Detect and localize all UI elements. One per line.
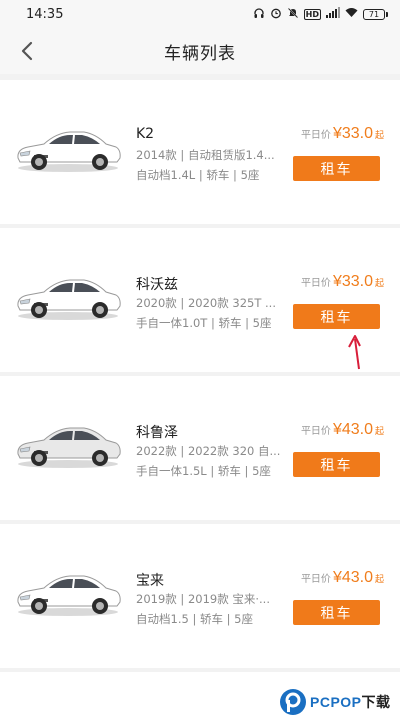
car-attributes: 手自一体1.5L | 轿车 | 5座 bbox=[136, 464, 271, 478]
car-spec: 2014款 | 自动租赁版1.4... bbox=[136, 148, 275, 162]
car-name: 科沃兹 bbox=[136, 277, 178, 293]
car-image bbox=[12, 562, 124, 620]
car-attributes: 自动档1.4L | 轿车 | 5座 bbox=[136, 168, 260, 182]
battery-icon: 71 bbox=[363, 8, 388, 20]
headphones-icon bbox=[253, 7, 265, 22]
signal-icon bbox=[326, 7, 340, 21]
car-name: K2 bbox=[136, 126, 155, 142]
price-value: ¥43.0 bbox=[332, 421, 373, 438]
nav-bar: 车辆列表 bbox=[0, 28, 400, 74]
car-list-item[interactable]: K2 2014款 | 自动租赁版1.4... 自动档1.4L | 轿车 | 5座… bbox=[0, 80, 400, 224]
wifi-icon bbox=[345, 7, 358, 21]
mute-icon bbox=[287, 7, 299, 22]
alarm-icon bbox=[270, 7, 282, 22]
price-label: 平日价 bbox=[300, 278, 331, 289]
watermark-brand: PCPOP bbox=[310, 694, 362, 710]
car-spec: 2020款 | 2020款 325T ... bbox=[136, 296, 276, 310]
rent-button[interactable]: 租车 bbox=[293, 156, 380, 181]
car-image bbox=[12, 118, 124, 176]
car-name: 科鲁泽 bbox=[136, 425, 178, 441]
price-label: 平日价 bbox=[300, 426, 331, 437]
car-spec: 2022款 | 2022款 320 自... bbox=[136, 444, 281, 458]
pcpop-logo-icon bbox=[280, 689, 306, 715]
chevron-left-icon bbox=[21, 41, 33, 61]
price-value: ¥33.0 bbox=[332, 125, 373, 142]
car-image bbox=[12, 414, 124, 472]
battery-level: 71 bbox=[363, 8, 385, 20]
price-row: 平日价 ¥43.0 起 bbox=[301, 421, 384, 439]
car-image bbox=[12, 266, 124, 324]
rent-button[interactable]: 租车 bbox=[293, 452, 380, 477]
rent-button[interactable]: 租车 bbox=[293, 600, 380, 625]
watermark-suffix: 下载 bbox=[361, 694, 391, 710]
price-suffix: 起 bbox=[374, 575, 384, 585]
car-icon bbox=[17, 131, 121, 172]
car-icon bbox=[17, 575, 121, 616]
status-icons: HD 71 bbox=[253, 7, 388, 22]
price-suffix: 起 bbox=[374, 427, 384, 437]
price-suffix: 起 bbox=[374, 131, 384, 141]
price-suffix: 起 bbox=[374, 279, 384, 289]
watermark: PCPOP下载 bbox=[276, 684, 400, 720]
status-bar: 14:35 HD 71 bbox=[0, 0, 400, 28]
car-attributes: 手自一体1.0T | 轿车 | 5座 bbox=[136, 316, 272, 330]
price-label: 平日价 bbox=[300, 130, 331, 141]
page-title: 车辆列表 bbox=[164, 43, 236, 64]
car-attributes: 自动档1.5 | 轿车 | 5座 bbox=[136, 612, 253, 626]
car-name: 宝来 bbox=[136, 573, 164, 589]
status-time: 14:35 bbox=[26, 6, 64, 22]
annotation-arrow-icon bbox=[348, 335, 361, 370]
car-list-item[interactable]: 科鲁泽 2022款 | 2022款 320 自... 手自一体1.5L | 轿车… bbox=[0, 376, 400, 520]
car-spec: 2019款 | 2019款 宝来·... bbox=[136, 592, 270, 606]
rent-button[interactable]: 租车 bbox=[293, 304, 380, 329]
price-row: 平日价 ¥43.0 起 bbox=[301, 569, 384, 587]
car-list-item[interactable]: 宝来 2019款 | 2019款 宝来·... 自动档1.5 | 轿车 | 5座… bbox=[0, 524, 400, 668]
price-row: 平日价 ¥33.0 起 bbox=[301, 273, 384, 291]
back-button[interactable] bbox=[10, 34, 44, 68]
price-row: 平日价 ¥33.0 起 bbox=[301, 125, 384, 143]
car-icon bbox=[17, 427, 121, 468]
price-value: ¥43.0 bbox=[332, 569, 373, 586]
car-icon bbox=[17, 279, 121, 320]
hd-badge: HD bbox=[303, 8, 321, 20]
price-value: ¥33.0 bbox=[332, 273, 373, 290]
price-label: 平日价 bbox=[300, 574, 331, 585]
car-list-item[interactable]: 科沃兹 2020款 | 2020款 325T ... 手自一体1.0T | 轿车… bbox=[0, 228, 400, 372]
